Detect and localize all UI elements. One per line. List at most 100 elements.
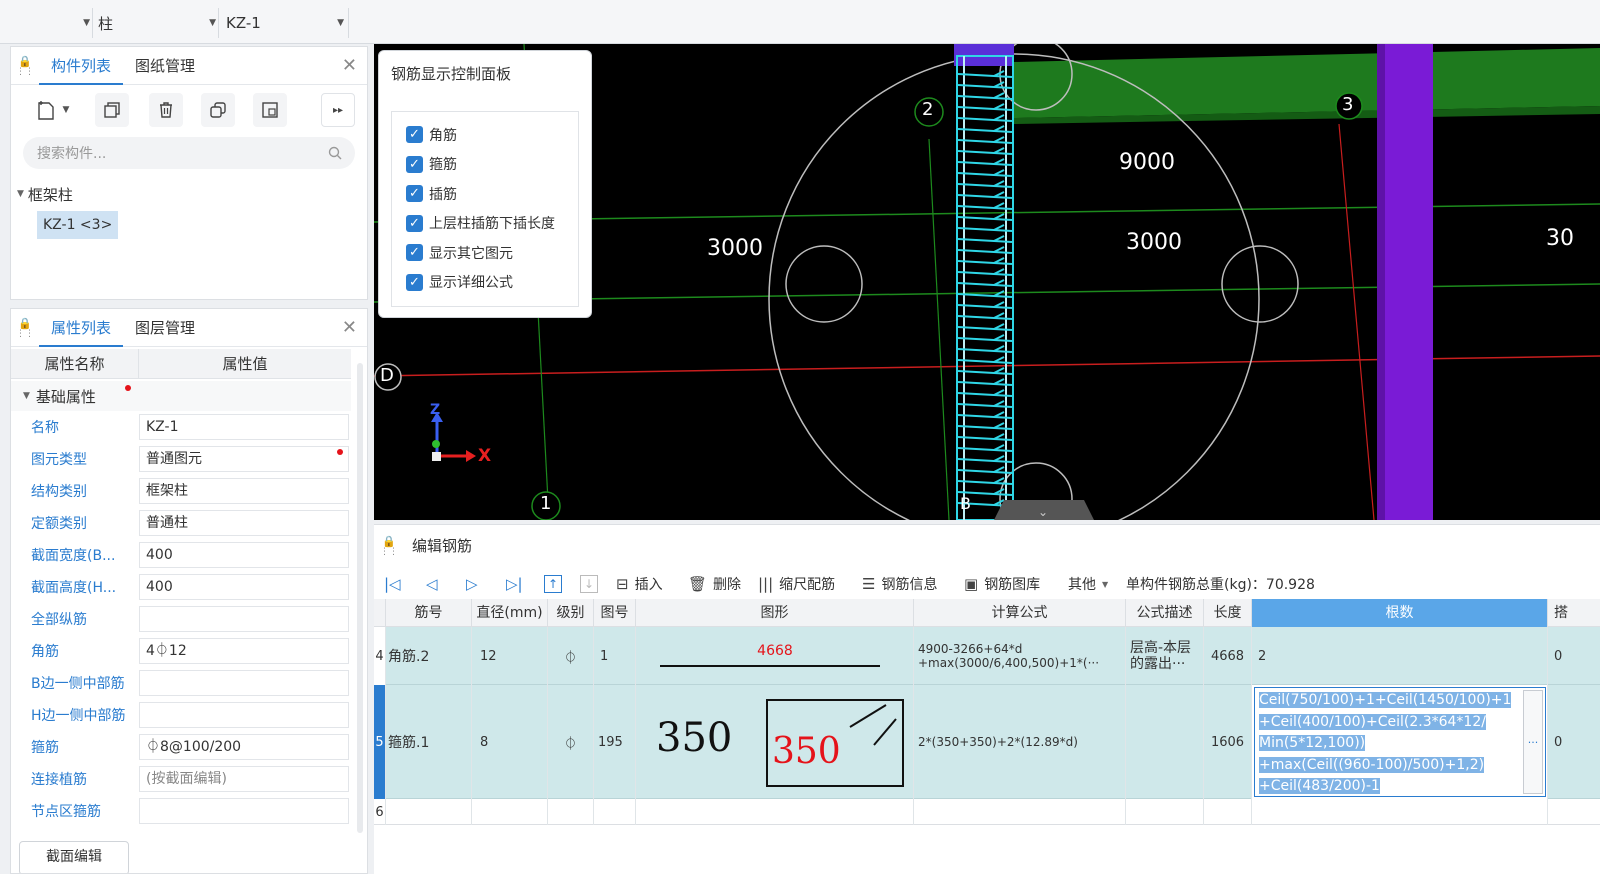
tab-component-list[interactable]: 构件列表 [39, 47, 124, 85]
tab-drawing-management[interactable]: 图纸管理 [123, 47, 207, 85]
next-button[interactable]: ▷ [466, 573, 484, 595]
lock-icon[interactable]: 🔒 ⋮⋮ [11, 309, 39, 347]
new-file-icon [37, 101, 54, 120]
property-row[interactable]: H边一侧中部筋 [11, 699, 351, 731]
move-down-button[interactable]: ↓ [580, 573, 604, 595]
scale-rebar-button[interactable]: ||| 缩尺配筋 [758, 573, 835, 595]
property-value[interactable]: ⏀8@100/200 [139, 734, 349, 760]
tab-property-list[interactable]: 属性列表 [39, 309, 124, 347]
property-value[interactable]: 普通柱 [139, 510, 349, 536]
property-row[interactable]: 截面宽度(B... 400 [11, 539, 351, 571]
insert-button[interactable]: ⊟ 插入 [616, 573, 663, 595]
save-template-button[interactable] [253, 93, 287, 127]
tab-layer-management[interactable]: 图层管理 [123, 309, 207, 347]
close-icon[interactable]: ✕ [342, 55, 357, 76]
last-button[interactable]: ▷| [506, 573, 529, 595]
component-list-panel: 🔒 ⋮⋮ 构件列表 图纸管理 ✕ ▼ ▸▸ 搜索构件... ▼ 框架柱 KZ-1 … [10, 46, 368, 300]
property-name: 定额类别 [31, 516, 87, 532]
option-checkbox[interactable]: ✓ 上层柱插筋下插长度 [406, 209, 578, 239]
property-row[interactable]: 角筋 4⏀12 [11, 635, 351, 667]
checkbox-checked-icon[interactable]: ✓ [406, 126, 423, 144]
property-value[interactable]: 普通图元 [139, 446, 349, 472]
formula-desc-cell[interactable] [1126, 685, 1204, 799]
close-icon[interactable]: ✕ [342, 317, 357, 338]
trash-icon [160, 102, 172, 118]
formula-cell[interactable]: 2*(350+350)+2*(12.89*d) [914, 685, 1126, 799]
rebar-library-button[interactable]: ▣ 钢筋图库 [964, 573, 1040, 595]
floor-combo[interactable]: ▼ [20, 8, 90, 38]
property-value[interactable] [139, 606, 349, 632]
property-row[interactable]: 结构类别 框架柱 [11, 475, 351, 507]
checkbox-checked-icon[interactable]: ✓ [406, 185, 423, 203]
formula-cell[interactable]: 4900-3266+64*d +max(3000/6,400,500)+1*(·… [914, 627, 1126, 685]
section-edit-button[interactable]: 截面编辑 [19, 841, 129, 873]
property-value[interactable]: (按截面编辑) [139, 766, 349, 792]
move-up-button[interactable]: ↑ [544, 573, 568, 595]
property-row[interactable]: 名称 KZ-1 [11, 411, 351, 443]
property-row[interactable]: 全部纵筋 [11, 603, 351, 635]
option-checkbox[interactable]: ✓ 箍筋 [406, 150, 578, 180]
option-checkbox[interactable]: ✓ 显示其它图元 [406, 238, 578, 268]
option-checkbox[interactable]: ✓ 插筋 [406, 179, 578, 209]
checkbox-checked-icon[interactable]: ✓ [406, 155, 423, 173]
property-name: 图元类型 [31, 452, 87, 468]
property-row[interactable]: 截面高度(H... 400 [11, 571, 351, 603]
option-label: 箍筋 [429, 157, 457, 174]
property-row[interactable]: 图元类型 普通图元 [11, 443, 351, 475]
fast-forward-icon: ▸▸ [332, 104, 344, 116]
property-row[interactable]: B边一侧中部筋 [11, 667, 351, 699]
property-value[interactable] [139, 670, 349, 696]
copy-component-button[interactable] [95, 93, 129, 127]
checkbox-checked-icon[interactable]: ✓ [406, 273, 423, 291]
scrollbar[interactable] [357, 363, 363, 833]
shape-cell[interactable]: 4668 [636, 627, 914, 685]
property-value[interactable]: 4⏀12 [139, 638, 349, 664]
lock-icon[interactable]: 🔒 ⋮⋮ [380, 535, 398, 557]
more-tools-button[interactable]: ▸▸ [321, 93, 355, 127]
property-row[interactable]: 连接植筋 (按截面编辑) [11, 763, 351, 795]
property-row[interactable]: 定额类别 普通柱 [11, 507, 351, 539]
new-component-button[interactable]: ▼ [23, 93, 81, 127]
table-row[interactable]: 5 箍筋.1 8 ⏀ 195 350 350 2*(350+350)+2*(12… [374, 685, 1600, 799]
property-row[interactable]: 节点区箍筋 [11, 795, 351, 827]
first-button[interactable]: |◁ [384, 573, 407, 595]
lock-icon[interactable]: 🔒 ⋮⋮ [11, 47, 39, 85]
tree-group-frame-column[interactable]: ▼ 框架柱 [17, 183, 73, 205]
component-combo[interactable]: KZ-1 ▼ [226, 8, 344, 38]
layer-copy-button[interactable] [201, 93, 235, 127]
count-cell[interactable]: Ceil(750/100)+1+Ceil(1450/100)+1 +Ceil(40… [1252, 685, 1548, 799]
category-combo[interactable]: 柱 ▼ [98, 8, 216, 38]
property-value[interactable]: 400 [139, 574, 349, 600]
other-menu[interactable]: 其他 ▼ [1068, 573, 1108, 595]
delete-button[interactable]: 🗑 删除 [688, 573, 741, 595]
checkbox-checked-icon[interactable]: ✓ [406, 244, 423, 262]
delete-component-button[interactable] [149, 93, 183, 127]
property-value[interactable] [139, 702, 349, 728]
group-basic-properties[interactable]: ▼ 基础属性 [11, 381, 351, 411]
table-row[interactable]: 6 [374, 799, 1600, 825]
property-value[interactable]: 框架柱 [139, 478, 349, 504]
property-name: 截面高度(H... [31, 580, 117, 596]
expand-formula-button[interactable]: ··· [1523, 690, 1543, 794]
count-formula-editor[interactable]: Ceil(750/100)+1+Ceil(1450/100)+1 +Ceil(40… [1254, 687, 1546, 797]
option-checkbox[interactable]: ✓ 角筋 [406, 120, 578, 150]
property-row[interactable]: 箍筋 ⏀8@100/200 [11, 731, 351, 763]
shape-cell[interactable]: 350 350 [636, 685, 914, 799]
rebar-info-button[interactable]: ☰ 钢筋信息 [862, 573, 937, 595]
stirrup-shape: 350 [766, 699, 904, 787]
property-value[interactable]: KZ-1 [139, 414, 349, 440]
panel-title: 钢筋显示控制面板 [391, 65, 512, 83]
search-icon [328, 146, 342, 160]
table-row[interactable]: 4 角筋.2 12 ⏀ 1 4668 4900-3266+64*d +max(3… [374, 627, 1600, 685]
option-checkbox[interactable]: ✓ 显示详细公式 [406, 268, 578, 298]
prev-button[interactable]: ◁ [426, 573, 444, 595]
last-icon: ▷| [506, 575, 523, 593]
checkbox-checked-icon[interactable]: ✓ [406, 214, 423, 232]
search-input[interactable]: 搜索构件... [23, 137, 355, 169]
property-value[interactable]: 400 [139, 542, 349, 568]
dim-label-top: 9000 [1119, 150, 1175, 175]
tree-item-kz1[interactable]: KZ-1 <3> [37, 211, 119, 239]
formula-desc-cell[interactable]: 层高-本层 的露出··· [1126, 627, 1204, 685]
next-icon: ▷ [466, 575, 478, 593]
property-value[interactable] [139, 798, 349, 824]
